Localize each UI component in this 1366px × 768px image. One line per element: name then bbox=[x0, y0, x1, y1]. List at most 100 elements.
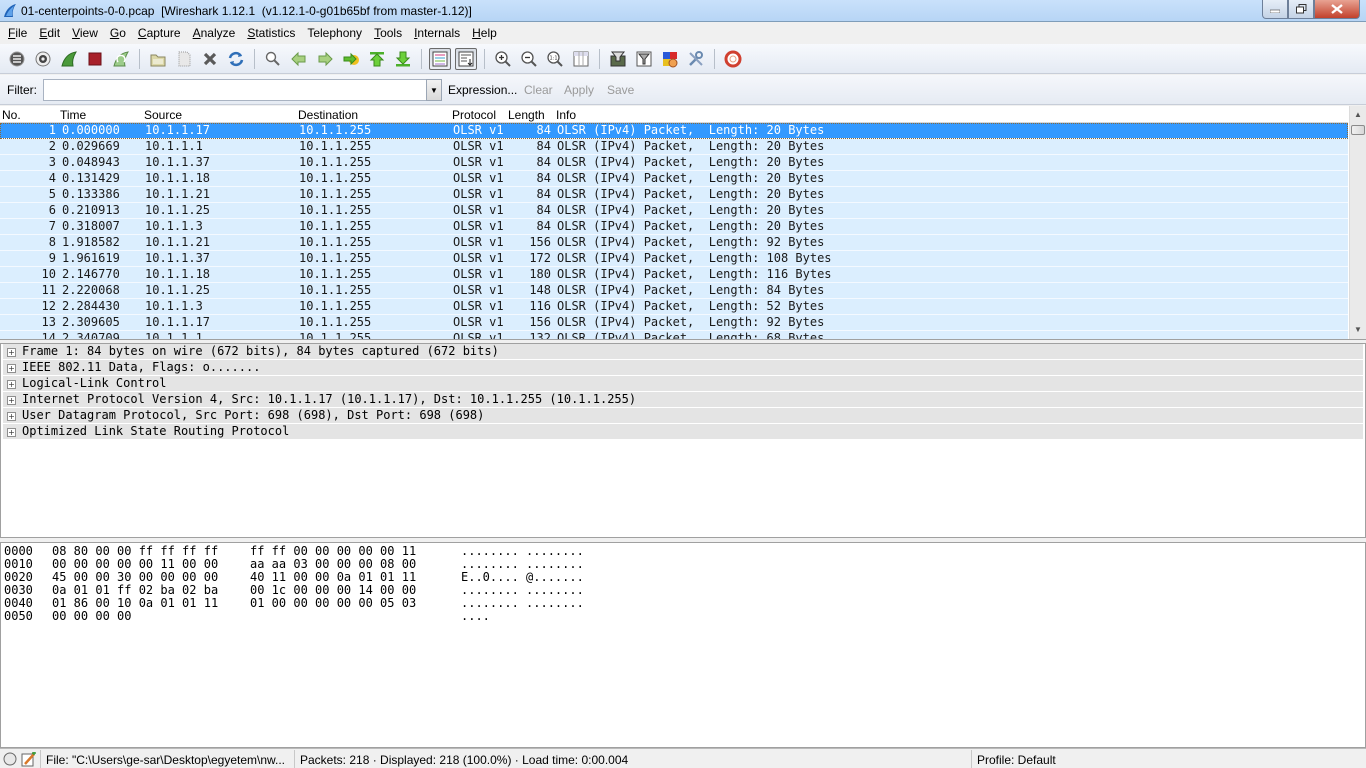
packet-cell-proto: OLSR v1 bbox=[453, 251, 504, 265]
open-file-icon bbox=[150, 54, 166, 66]
packet-row[interactable]: 8 1.918582 10.1.1.21 10.1.1.255 OLSR v1 156 OL… bbox=[0, 235, 1348, 251]
go-last-button[interactable] bbox=[392, 48, 414, 70]
display-filters-button[interactable] bbox=[633, 48, 655, 70]
packet-list-scrollbar[interactable]: ▲ ▼ bbox=[1349, 106, 1366, 339]
expand-plus-icon[interactable]: + bbox=[7, 412, 16, 421]
resize-columns-button[interactable] bbox=[570, 48, 592, 70]
go-first-button[interactable] bbox=[366, 48, 388, 70]
packet-row[interactable]: 12 2.284430 10.1.1.3 10.1.1.255 OLSR v1 116 OL… bbox=[0, 299, 1348, 315]
close-file-button[interactable] bbox=[199, 48, 221, 70]
column-header-info[interactable]: Info bbox=[556, 108, 576, 122]
packet-row[interactable]: 11 2.220068 10.1.1.25 10.1.1.255 OLSR v1 148 O… bbox=[0, 283, 1348, 299]
packet-cell-len: 84 bbox=[536, 123, 551, 137]
zoom-normal-button[interactable]: 1:1 bbox=[544, 48, 566, 70]
detail-tree-item[interactable]: + Logical-Link Control bbox=[3, 376, 1363, 392]
clear-button[interactable]: Clear bbox=[524, 83, 553, 97]
interfaces-icon bbox=[9, 51, 25, 66]
detail-tree-item[interactable]: + Frame 1: 84 bytes on wire (672 bits), 8… bbox=[3, 344, 1363, 360]
column-header-destination[interactable]: Destination bbox=[298, 108, 358, 122]
colorize-button[interactable] bbox=[429, 47, 451, 70]
detail-tree-item[interactable]: + User Datagram Protocol, Src Port: 698 (… bbox=[3, 408, 1363, 424]
status-profile[interactable]: Profile: Default bbox=[971, 750, 1366, 768]
scrollbar-thumb[interactable] bbox=[1351, 125, 1365, 135]
menu-internals[interactable]: Internals bbox=[408, 23, 466, 43]
detail-tree-item[interactable]: + Optimized Link State Routing Protocol bbox=[3, 424, 1363, 440]
restart-capture-button[interactable] bbox=[110, 48, 132, 70]
menu-help[interactable]: Help bbox=[466, 23, 503, 43]
packet-cell-proto: OLSR v1 bbox=[453, 299, 504, 313]
packet-row[interactable]: 9 1.961619 10.1.1.37 10.1.1.255 OLSR v1 172 OL… bbox=[0, 251, 1348, 267]
capture-filters-button[interactable] bbox=[607, 48, 629, 70]
column-header-source[interactable]: Source bbox=[144, 108, 182, 122]
go-back-button[interactable] bbox=[288, 48, 310, 70]
detail-tree-item[interactable]: + Internet Protocol Version 4, Src: 10.1.… bbox=[3, 392, 1363, 408]
expand-plus-icon[interactable]: + bbox=[7, 396, 16, 405]
column-header-protocol[interactable]: Protocol bbox=[452, 108, 496, 122]
zoom-in-button[interactable] bbox=[492, 48, 514, 70]
preferences-button[interactable] bbox=[685, 48, 707, 70]
column-header-time[interactable]: Time bbox=[60, 108, 86, 122]
hex-dump-line[interactable]: 0050 00 00 00 00.... bbox=[4, 610, 1362, 623]
packet-row[interactable]: 5 0.133386 10.1.1.21 10.1.1.255 OLSR v1 84 OLS… bbox=[0, 187, 1348, 203]
restore-button[interactable] bbox=[1288, 0, 1314, 19]
go-back-icon bbox=[291, 51, 306, 66]
packet-cell-src: 10.1.1.17 bbox=[145, 123, 211, 137]
find-packet-button[interactable] bbox=[262, 48, 284, 70]
scroll-down-icon[interactable]: ▼ bbox=[1354, 325, 1362, 334]
go-forward-button[interactable] bbox=[314, 48, 336, 70]
capture-options-button[interactable] bbox=[32, 48, 54, 70]
menu-tools[interactable]: Tools bbox=[368, 23, 408, 43]
help-button[interactable] bbox=[722, 48, 744, 70]
packet-row[interactable]: 6 0.210913 10.1.1.25 10.1.1.255 OLSR v1 84 OLS… bbox=[0, 203, 1348, 219]
packet-row[interactable]: 4 0.131429 10.1.1.18 10.1.1.255 OLSR v1 84 OLS… bbox=[0, 171, 1348, 187]
zoom-out-button[interactable] bbox=[518, 48, 540, 70]
packet-row[interactable]: 13 2.309605 10.1.1.17 10.1.1.255 OLSR v1 156 O… bbox=[0, 315, 1348, 331]
stop-capture-button[interactable] bbox=[84, 48, 106, 70]
interfaces-button[interactable] bbox=[6, 48, 28, 70]
expert-info-icon[interactable] bbox=[3, 752, 17, 766]
column-header-length[interactable]: Length bbox=[508, 108, 545, 122]
packet-cell-time: 0.133386 bbox=[62, 187, 120, 201]
menu-file[interactable]: File bbox=[2, 23, 33, 43]
detail-tree-item[interactable]: + IEEE 802.11 Data, Flags: o....... bbox=[3, 360, 1363, 376]
packet-row[interactable]: 2 0.029669 10.1.1.1 10.1.1.255 OLSR v1 84 OLSR… bbox=[0, 139, 1348, 155]
capture-comment-icon[interactable] bbox=[21, 752, 37, 767]
menu-analyze[interactable]: Analyze bbox=[187, 23, 242, 43]
go-to-packet-button[interactable] bbox=[340, 48, 362, 70]
filter-history-dropdown[interactable]: ▼ bbox=[426, 79, 442, 101]
expand-plus-icon[interactable]: + bbox=[7, 364, 16, 373]
open-file-button[interactable] bbox=[147, 48, 169, 70]
display-filter-input[interactable] bbox=[43, 79, 427, 101]
packet-row[interactable]: 10 2.146770 10.1.1.18 10.1.1.255 OLSR v1 180 O… bbox=[0, 267, 1348, 283]
auto-scroll-button[interactable] bbox=[455, 47, 477, 70]
packet-row[interactable]: 1 0.000000 10.1.1.17 10.1.1.255 OLSR v1 84 OLS… bbox=[0, 123, 1348, 139]
start-capture-button[interactable] bbox=[58, 48, 80, 70]
menu-view[interactable]: View bbox=[66, 23, 104, 43]
expression-button[interactable]: Expression... bbox=[448, 83, 517, 97]
save-file-button[interactable] bbox=[173, 48, 195, 70]
column-header-no[interactable]: No. bbox=[2, 108, 21, 122]
coloring-rules-button[interactable] bbox=[659, 48, 681, 70]
apply-button[interactable]: Apply bbox=[564, 83, 594, 97]
scroll-up-icon[interactable]: ▲ bbox=[1354, 110, 1362, 119]
minimize-button[interactable] bbox=[1262, 0, 1288, 19]
packet-row[interactable]: 3 0.048943 10.1.1.37 10.1.1.255 OLSR v1 84 OLS… bbox=[0, 155, 1348, 171]
packet-row[interactable]: 7 0.318007 10.1.1.3 10.1.1.255 OLSR v1 84 OLSR… bbox=[0, 219, 1348, 235]
go-forward-icon bbox=[318, 51, 333, 66]
menu-capture[interactable]: Capture bbox=[132, 23, 187, 43]
expand-plus-icon[interactable]: + bbox=[7, 380, 16, 389]
expand-plus-icon[interactable]: + bbox=[7, 348, 16, 357]
close-button[interactable] bbox=[1314, 0, 1360, 19]
main-toolbar: 1:1 bbox=[0, 44, 1366, 74]
packet-row[interactable]: 14 2.340709 10.1.1.1 10.1.1.255 OLSR v1 132 OL… bbox=[0, 331, 1348, 339]
reload-button[interactable] bbox=[225, 48, 247, 70]
expand-plus-icon[interactable]: + bbox=[7, 428, 16, 437]
menu-edit[interactable]: Edit bbox=[33, 23, 66, 43]
hex-dump-line[interactable]: 0040 01 86 00 10 0a 01 01 11 01 00 00 00 0… bbox=[4, 597, 1362, 610]
save-button[interactable]: Save bbox=[607, 83, 634, 97]
packet-cell-info: OLSR (IPv4) Packet, Length: 20 Bytes bbox=[557, 171, 825, 185]
find-packet-icon bbox=[265, 51, 280, 66]
menu-telephony[interactable]: Telephony bbox=[301, 23, 368, 43]
menu-statistics[interactable]: Statistics bbox=[241, 23, 301, 43]
menu-go[interactable]: Go bbox=[104, 23, 132, 43]
